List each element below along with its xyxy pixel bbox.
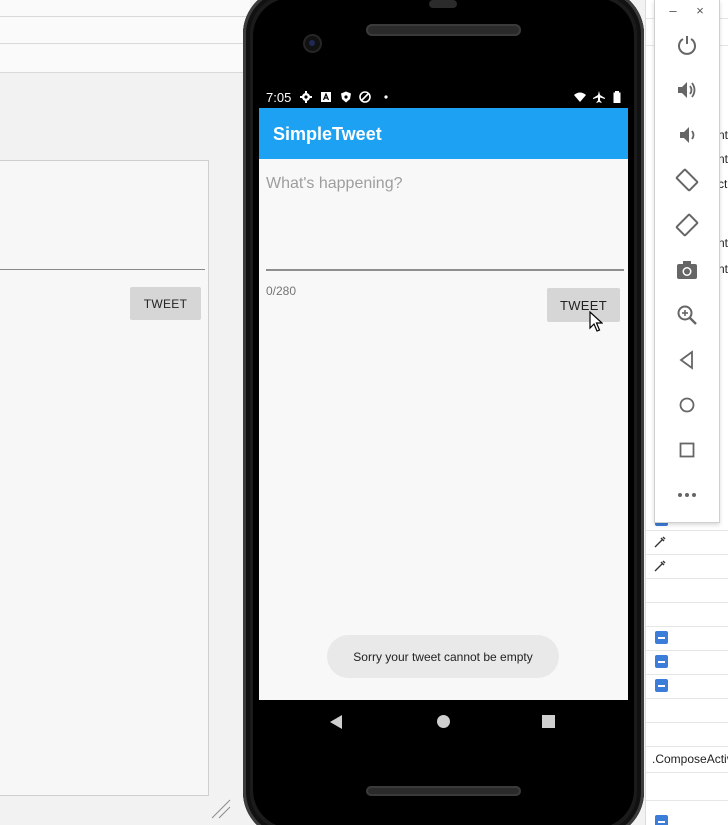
property-row bbox=[646, 554, 728, 555]
navigation-bar bbox=[259, 700, 628, 744]
volume-down-icon[interactable] bbox=[675, 123, 699, 147]
data-saver-icon bbox=[359, 91, 371, 103]
toast-message: Sorry your tweet cannot be empty bbox=[327, 635, 559, 678]
resize-grip-icon[interactable] bbox=[210, 798, 232, 820]
color-picker-icon[interactable] bbox=[652, 534, 668, 550]
color-picker-icon[interactable] bbox=[652, 558, 668, 574]
ide-divider bbox=[0, 16, 250, 17]
compose-activity-label: .ComposeActiv bbox=[652, 752, 728, 766]
zoom-icon[interactable] bbox=[675, 303, 699, 327]
collapse-icon[interactable] bbox=[655, 815, 668, 825]
property-row bbox=[646, 626, 728, 627]
property-row bbox=[646, 698, 728, 699]
compose-input[interactable]: What's happening? bbox=[259, 159, 628, 273]
compose-input-underline bbox=[266, 269, 624, 271]
device-screen: 7:05 SimpleTweet What's happening? 0/280… bbox=[259, 86, 628, 700]
property-row bbox=[646, 722, 728, 723]
sensor bbox=[429, 0, 457, 8]
ide-divider bbox=[0, 72, 250, 73]
property-row bbox=[646, 674, 728, 675]
volume-up-icon[interactable] bbox=[675, 78, 699, 102]
text-a-icon bbox=[321, 92, 331, 102]
collapse-icon[interactable] bbox=[655, 655, 668, 668]
nav-back-icon[interactable] bbox=[329, 715, 343, 729]
front-camera-icon bbox=[305, 36, 320, 51]
layout-preview: TWEET bbox=[0, 160, 209, 796]
property-row bbox=[646, 530, 728, 531]
collapse-icon[interactable] bbox=[655, 679, 668, 692]
property-row bbox=[646, 650, 728, 651]
notification-dot-icon bbox=[384, 95, 388, 99]
collapse-icon[interactable] bbox=[655, 631, 668, 644]
property-row bbox=[646, 602, 728, 603]
back-icon[interactable] bbox=[675, 348, 699, 372]
power-icon[interactable] bbox=[675, 33, 699, 57]
app-title: SimpleTweet bbox=[273, 124, 382, 144]
wifi-icon bbox=[574, 92, 586, 102]
ide-header-strip bbox=[0, 0, 250, 73]
battery-icon bbox=[613, 91, 621, 103]
compose-placeholder: What's happening? bbox=[266, 175, 403, 192]
property-row bbox=[646, 746, 728, 747]
ide-divider bbox=[0, 43, 250, 44]
rotate-right-icon[interactable] bbox=[675, 213, 699, 237]
overview-icon[interactable] bbox=[675, 438, 699, 462]
settings-gear-icon bbox=[300, 91, 312, 103]
shield-icon bbox=[341, 91, 351, 103]
emulator-toolbar: – × bbox=[654, 0, 720, 523]
property-row bbox=[646, 772, 728, 773]
minimize-icon[interactable]: – bbox=[664, 3, 682, 18]
bottom-speaker bbox=[366, 786, 521, 796]
nav-recents-icon[interactable] bbox=[542, 715, 555, 728]
home-icon[interactable] bbox=[675, 393, 699, 417]
status-bar: 7:05 bbox=[259, 86, 628, 108]
character-counter: 0/280 bbox=[266, 284, 297, 298]
app-bar: SimpleTweet bbox=[259, 108, 628, 159]
airplane-mode-icon bbox=[593, 91, 605, 103]
rotate-left-icon[interactable] bbox=[675, 168, 699, 192]
more-icon[interactable] bbox=[675, 483, 699, 507]
status-time: 7:05 bbox=[266, 90, 292, 105]
nav-home-icon[interactable] bbox=[437, 715, 450, 728]
preview-input-underline bbox=[0, 269, 205, 270]
close-icon[interactable]: × bbox=[691, 3, 709, 18]
property-row bbox=[646, 800, 728, 801]
preview-tweet-button[interactable]: TWEET bbox=[130, 287, 201, 320]
mouse-cursor-icon bbox=[589, 311, 603, 332]
earpiece-speaker bbox=[366, 24, 521, 36]
tweet-button[interactable]: TWEET bbox=[547, 288, 620, 322]
property-row bbox=[646, 578, 728, 579]
camera-icon[interactable] bbox=[675, 258, 699, 282]
